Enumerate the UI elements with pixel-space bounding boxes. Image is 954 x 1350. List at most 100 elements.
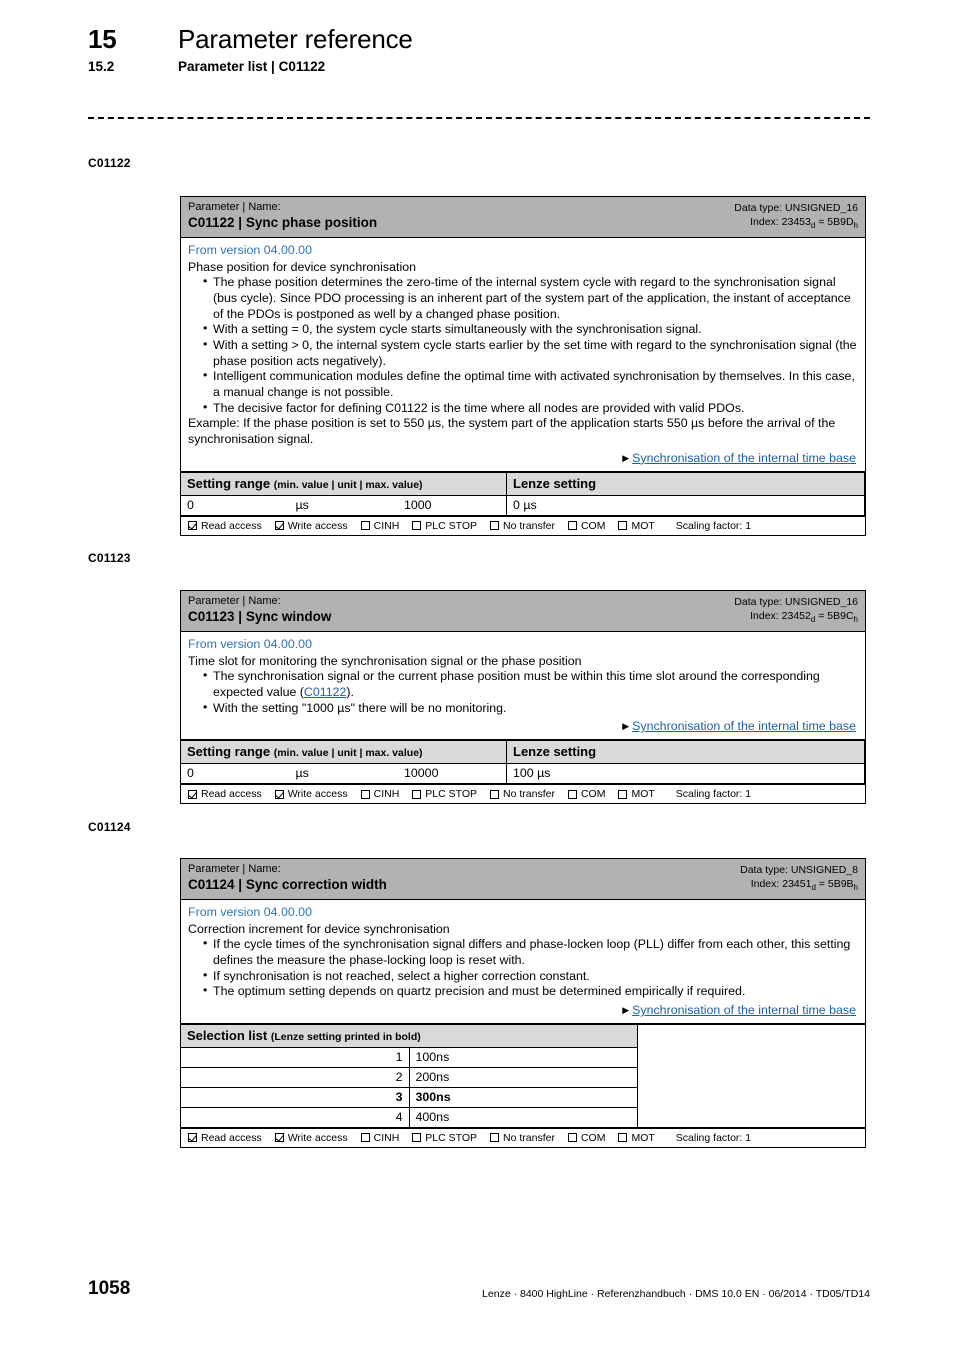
parameter-title: C01122 | Sync phase position	[188, 215, 378, 231]
flag-write-access: Write access	[274, 520, 348, 532]
lenze-setting-header: Lenze setting	[506, 471, 865, 496]
page-number: 1058	[88, 1278, 131, 1299]
flag-mot: MOT	[618, 788, 655, 800]
index-line: Index: 23453d = 5B9Dh	[750, 215, 858, 230]
scaling-factor: Scaling factor: 1	[675, 788, 752, 800]
index-line: Index: 23452d = 5B9Ch	[750, 609, 858, 624]
parameter-meta: Data type: UNSIGNED_16 Index: 23453d = 5…	[734, 201, 858, 231]
checkbox-empty-icon	[618, 521, 628, 530]
setting-range-table: Setting range (min. value | unit | max. …	[181, 471, 865, 516]
selection-text: 400ns	[408, 1106, 638, 1128]
checkbox-checked-icon	[188, 789, 197, 799]
list-item: With the setting "1000 µs" there will be…	[203, 700, 858, 717]
index-line: Index: 23451d = 5B9Bh	[750, 877, 858, 892]
cross-reference-link[interactable]: Synchronisation of the internal time bas…	[632, 1003, 856, 1017]
list-item: Intelligent communication modules define…	[203, 368, 858, 400]
flag-plc-stop: PLC STOP	[412, 788, 477, 800]
cross-reference-link[interactable]: Synchronisation of the internal time bas…	[632, 719, 856, 733]
description-intro: Phase position for device synchronisatio…	[188, 259, 416, 274]
scaling-factor: Scaling factor: 1	[675, 1131, 752, 1144]
flag-com: COM	[567, 520, 605, 532]
parameter-description: From version 04.00.00 Correction increme…	[181, 900, 865, 1023]
selection-code: 1	[181, 1046, 410, 1068]
table-header-row: Selection list (Lenze setting printed in…	[181, 1023, 865, 1128]
description-outro: Example: If the phase position is set to…	[188, 416, 836, 447]
flag-read-access: Read access	[188, 520, 262, 532]
unit-value: µs	[289, 763, 398, 784]
parameter-meta: Data type: UNSIGNED_8 Index: 23451d = 5B…	[740, 863, 858, 893]
flag-no-transfer: No transfer	[490, 1132, 555, 1144]
selection-list-table-wrap: Selection list (Lenze setting printed in…	[181, 1022, 865, 1128]
cross-reference-link[interactable]: Synchronisation of the internal time bas…	[632, 451, 856, 465]
parameter-header: Parameter | Name: C01123 | Sync window D…	[181, 591, 865, 632]
selection-code: 3	[181, 1086, 410, 1108]
list-item: If synchronisation is not reached, selec…	[203, 968, 858, 985]
selection-code: 4	[181, 1106, 410, 1128]
selection-list-header: Selection list (Lenze setting printed in…	[181, 1023, 638, 1048]
flag-plc-stop: PLC STOP	[412, 1132, 477, 1144]
parameter-header: Parameter | Name: C01124 | Sync correcti…	[181, 859, 865, 900]
max-value: 10000	[398, 763, 507, 784]
selection-text: 200ns	[408, 1066, 638, 1088]
description-intro: Time slot for monitoring the synchronisa…	[188, 653, 582, 668]
parameter-block-c01122: Parameter | Name: C01122 | Sync phase po…	[180, 196, 866, 536]
flag-no-transfer: No transfer	[490, 520, 555, 532]
lenze-setting-value: 100 µs	[506, 763, 865, 784]
checkbox-empty-icon	[360, 789, 370, 799]
scaling-factor: Scaling factor: 1	[675, 519, 752, 532]
flag-com: COM	[567, 788, 605, 800]
access-flags-row: Read access Write access CINH PLC STOP N…	[181, 784, 865, 803]
header-section-row: 15.2 Parameter list | C01122	[88, 59, 870, 74]
checkbox-checked-icon	[274, 789, 284, 799]
checkbox-empty-icon	[412, 521, 422, 530]
selection-text: 100ns	[408, 1046, 638, 1068]
list-item: With a setting > 0, the internal system …	[203, 337, 858, 369]
list-item: The decisive factor for defining C01122 …	[203, 400, 858, 417]
setting-range-table-wrap: Setting range (min. value | unit | max. …	[181, 739, 865, 784]
checkbox-empty-icon	[412, 789, 422, 799]
data-type: Data type: UNSIGNED_16	[734, 596, 858, 608]
parameter-cross-link-c01122[interactable]: C01122	[304, 685, 346, 699]
parameter-description: From version 04.00.00 Phase position for…	[181, 238, 865, 471]
max-value: 1000	[398, 494, 507, 516]
checkbox-checked-icon	[188, 1133, 197, 1143]
checkbox-checked-icon	[274, 1133, 284, 1143]
checkbox-empty-icon	[618, 789, 628, 799]
selection-code: 2	[181, 1066, 410, 1088]
triangle-right-icon: ▶	[622, 1005, 630, 1015]
table-header-row: Setting range (min. value | unit | max. …	[181, 471, 865, 496]
header-chapter-row: 15 Parameter reference	[88, 24, 870, 55]
checkbox-empty-icon	[567, 1133, 577, 1143]
table-row: 0 µs 10000 100 µs	[181, 763, 865, 784]
selection-text: 300ns	[408, 1086, 638, 1108]
parameter-title: C01123 | Sync window	[188, 609, 332, 625]
section-title: Parameter list | C01122	[178, 59, 326, 74]
checkbox-empty-icon	[490, 1133, 500, 1143]
flag-read-access: Read access	[188, 1132, 262, 1144]
parameter-caption: Parameter | Name:	[188, 201, 281, 213]
list-item: With a setting = 0, the system cycle sta…	[203, 321, 858, 338]
parameter-caption: Parameter | Name:	[188, 863, 281, 875]
flag-com: COM	[567, 1132, 605, 1144]
parameter-title: C01124 | Sync correction width	[188, 877, 387, 893]
checkbox-empty-icon	[618, 1133, 628, 1143]
flag-write-access: Write access	[274, 1132, 348, 1144]
triangle-right-icon: ▶	[622, 721, 630, 732]
description-bullet-list: If the cycle times of the synchronisatio…	[188, 936, 858, 1000]
setting-range-header: Setting range (min. value | unit | max. …	[181, 471, 507, 496]
page-footer: 1058 Lenze · 8400 HighLine · Referenzhan…	[88, 1278, 870, 1300]
footer-imprint: Lenze · 8400 HighLine · Referenzhandbuch…	[482, 1288, 870, 1300]
checkbox-empty-icon	[360, 1133, 370, 1143]
access-flags-row: Read access Write access CINH PLC STOP N…	[181, 515, 865, 535]
parameter-header: Parameter | Name: C01122 | Sync phase po…	[181, 197, 865, 238]
flag-mot: MOT	[618, 520, 655, 532]
margin-label-c01124: C01124	[88, 820, 131, 834]
checkbox-empty-icon	[490, 521, 500, 530]
description-intro: Correction increment for device synchron…	[188, 921, 450, 936]
checkbox-empty-icon	[567, 521, 577, 530]
flag-plc-stop: PLC STOP	[412, 520, 477, 532]
min-value: 0	[181, 494, 290, 516]
chapter-number: 15	[88, 24, 117, 54]
table-header-row: Setting range (min. value | unit | max. …	[181, 740, 865, 764]
selection-list-empty-cell	[636, 1023, 865, 1128]
